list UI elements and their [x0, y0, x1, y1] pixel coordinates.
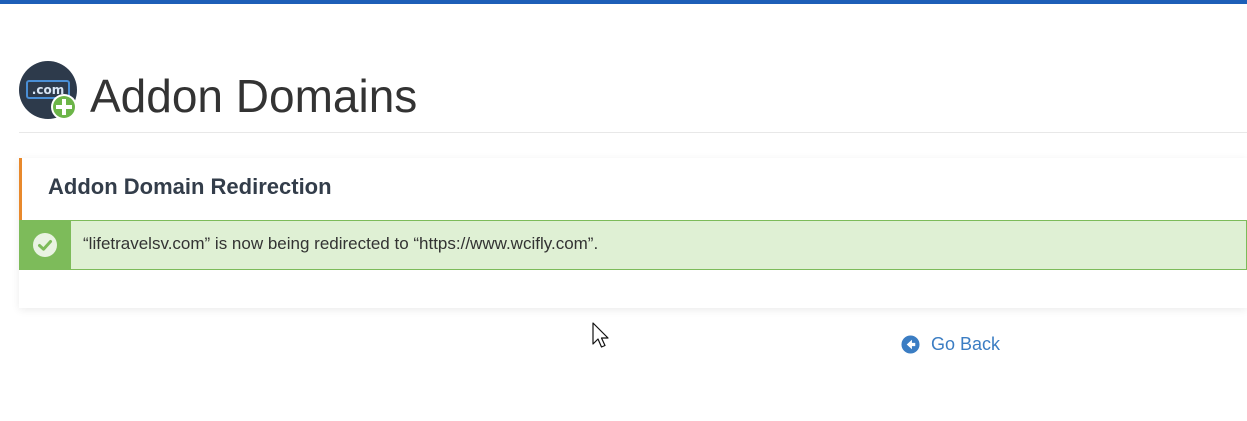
redirection-panel: Addon Domain Redirection “lifetravelsv.c…: [19, 158, 1247, 308]
arrow-left-circle-icon: [901, 334, 920, 354]
addon-domains-icon: .com: [19, 61, 77, 120]
panel-title: Addon Domain Redirection: [48, 174, 332, 199]
check-circle-icon: [33, 233, 57, 257]
mouse-pointer-icon: [592, 322, 609, 348]
go-back-label: Go Back: [931, 333, 1001, 354]
success-alert: “lifetravelsv.com” is now being redirect…: [19, 220, 1247, 270]
panel-heading: Addon Domain Redirection: [19, 158, 1247, 220]
page-header: .com Addon Domains: [19, 58, 1247, 133]
page-title: Addon Domains: [90, 70, 418, 122]
go-back-link[interactable]: Go Back: [901, 333, 1000, 355]
top-accent-bar: [0, 0, 1247, 4]
alert-message: “lifetravelsv.com” is now being redirect…: [83, 234, 599, 253]
alert-icon-box: [19, 220, 71, 270]
